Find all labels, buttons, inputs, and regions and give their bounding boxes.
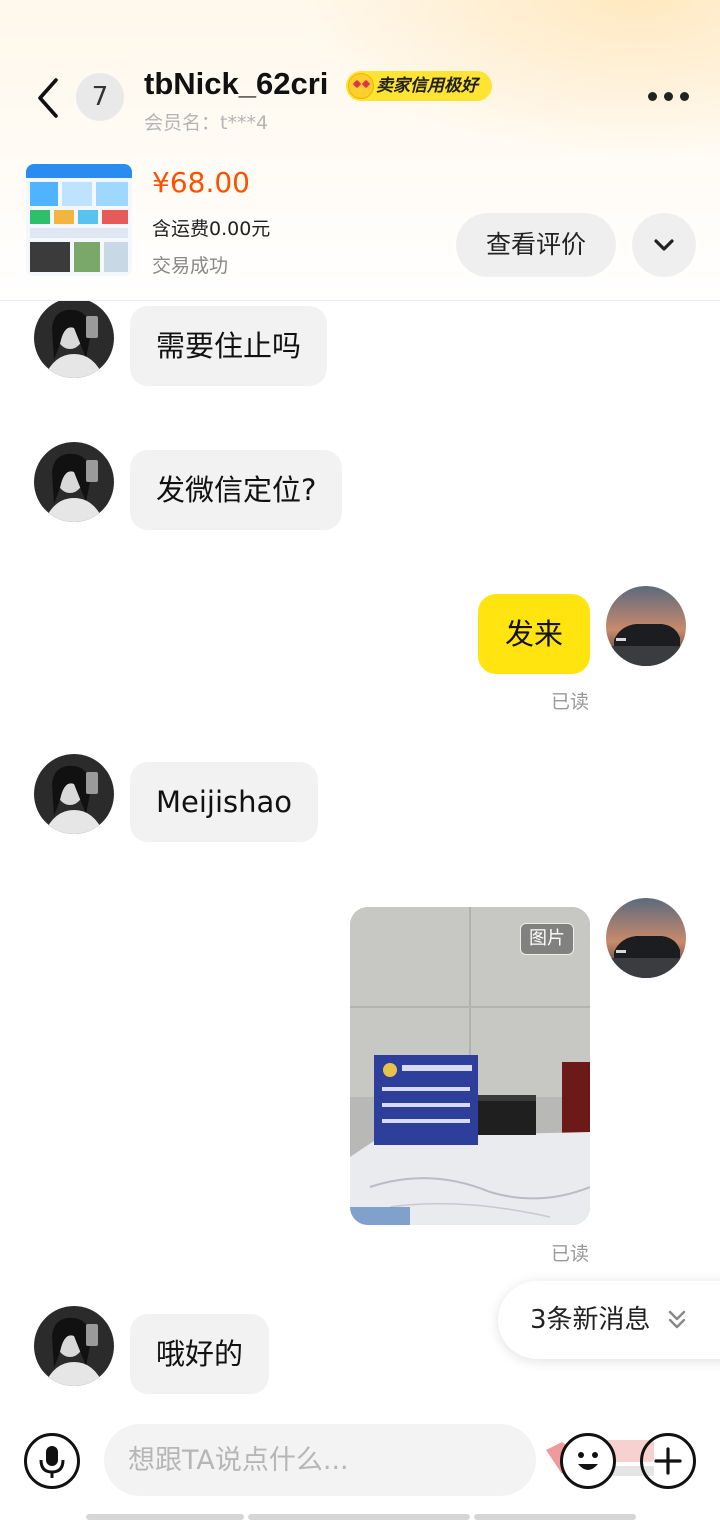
home-indicator	[474, 1514, 636, 1520]
new-messages-label: 3条新消息	[530, 1305, 651, 1335]
deal-status: 交易成功	[152, 255, 229, 277]
expand-button[interactable]	[632, 213, 696, 277]
chat-area[interactable]: 需要住止吗 发微信定位? 发来 已读 Meijishao 图片 已读 哦好的	[0, 301, 720, 1420]
product-thumbnail[interactable]	[26, 164, 132, 276]
credit-badge-label: 卖家信用极好	[376, 76, 478, 96]
message-input[interactable]	[104, 1424, 536, 1496]
my-message-bubble[interactable]: 发来	[478, 594, 590, 674]
more-actions-button[interactable]	[640, 1433, 696, 1489]
input-bar	[0, 1420, 720, 1520]
home-indicator	[248, 1514, 470, 1520]
double-chevron-down-icon	[668, 1310, 686, 1329]
seller-avatar[interactable]	[34, 1306, 114, 1386]
seller-credit-badge: 卖家信用极好	[346, 71, 492, 101]
image-tag: 图片	[520, 923, 574, 955]
message-bubble[interactable]: 发微信定位?	[130, 450, 343, 530]
smiley-icon	[578, 1452, 598, 1470]
read-status: 已读	[551, 691, 590, 713]
heart-eyes-emoji-icon	[348, 73, 374, 99]
seller-avatar[interactable]	[34, 442, 114, 522]
member-name-label: 会员名：t***4	[144, 112, 269, 134]
voice-input-button[interactable]	[24, 1433, 80, 1489]
seller-avatar[interactable]	[34, 301, 114, 378]
home-indicator	[86, 1514, 244, 1520]
emoji-button[interactable]	[560, 1433, 616, 1489]
microphone-icon	[39, 1446, 65, 1478]
message-bubble[interactable]: 需要住止吗	[130, 306, 328, 386]
seller-name[interactable]: tbNick_62cri	[144, 66, 328, 102]
read-status: 已读	[551, 1243, 590, 1265]
chat-header: 7 tbNick_62cri 卖家信用极好 会员名：t***4 ¥68.00 含…	[0, 0, 720, 301]
more-options-icon[interactable]	[646, 86, 690, 108]
seller-avatar[interactable]	[34, 754, 114, 834]
image-message[interactable]: 图片	[350, 907, 590, 1225]
unread-count-badge[interactable]: 7	[76, 73, 124, 121]
shipping-fee: 含运费0.00元	[152, 218, 271, 240]
my-avatar[interactable]	[606, 898, 686, 978]
message-bubble[interactable]: Meijishao	[130, 762, 319, 842]
message-bubble[interactable]: 哦好的	[130, 1314, 270, 1394]
back-arrow-icon[interactable]	[30, 76, 70, 120]
order-price: ¥68.00	[152, 166, 250, 199]
view-review-button[interactable]: 查看评价	[456, 213, 616, 277]
plus-icon	[654, 1447, 682, 1475]
chevron-down-icon	[654, 239, 674, 251]
my-avatar[interactable]	[606, 586, 686, 666]
new-messages-pill[interactable]: 3条新消息	[498, 1281, 720, 1359]
